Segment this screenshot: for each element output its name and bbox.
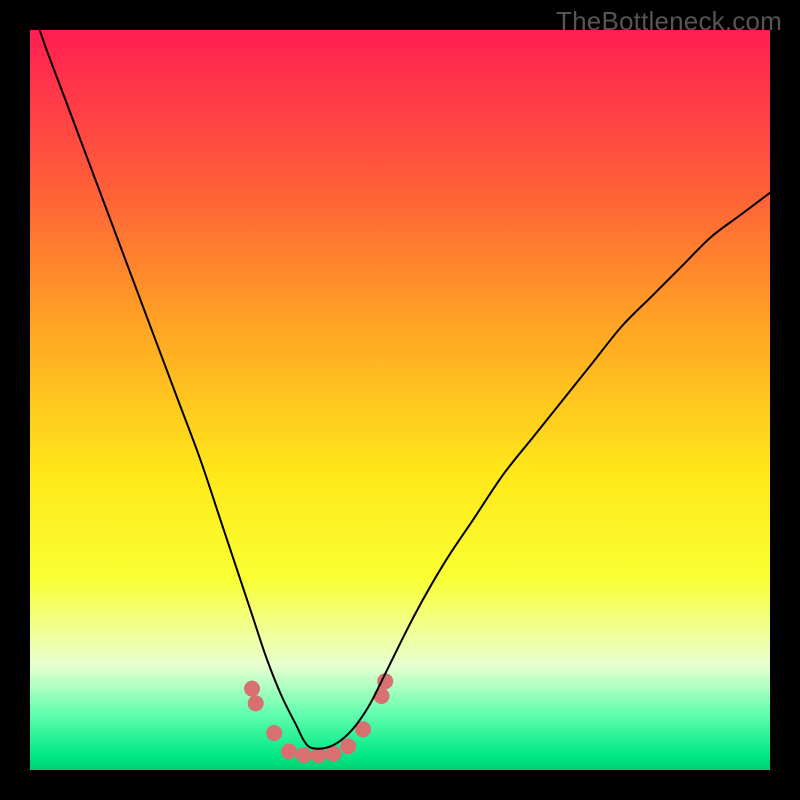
gradient-background <box>30 30 770 770</box>
marker-dot <box>340 738 356 754</box>
marker-dot <box>244 681 260 697</box>
marker-dot <box>266 725 282 741</box>
marker-dot <box>281 744 297 760</box>
marker-dot <box>248 695 264 711</box>
marker-dot <box>374 688 390 704</box>
plot-area <box>30 30 770 770</box>
marker-dot <box>296 747 312 763</box>
chart-svg <box>30 30 770 770</box>
chart-frame: TheBottleneck.com <box>0 0 800 800</box>
